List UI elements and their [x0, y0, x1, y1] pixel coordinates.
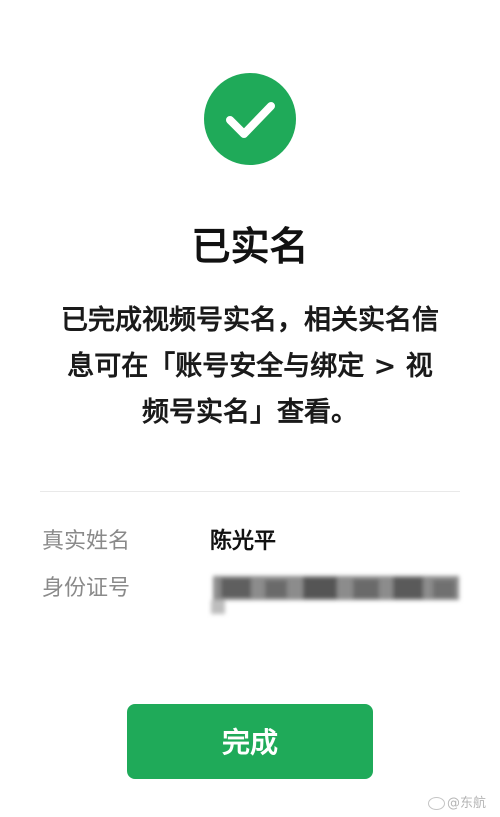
- id-number-redacted: [207, 568, 465, 620]
- done-button[interactable]: 完成: [127, 704, 373, 779]
- divider: [40, 491, 460, 492]
- description-line: 已完成视频号实名，相关实名信: [61, 305, 439, 336]
- real-name-value: 陈光平: [210, 529, 277, 554]
- real-name-label: 真实姓名: [42, 529, 131, 554]
- weibo-icon: [428, 797, 445, 810]
- watermark-text: @东航: [447, 796, 487, 811]
- check-icon: [226, 102, 275, 138]
- watermark: @东航: [428, 792, 486, 811]
- description-line: 息可在「账号安全与绑定 > 视: [67, 351, 433, 382]
- id-number-label: 身份证号: [42, 576, 131, 601]
- description-line: 频号实名」查看。: [142, 397, 358, 428]
- status-description: 已完成视频号实名，相关实名信 息可在「账号安全与绑定 > 视 频号实名」查看。: [40, 298, 460, 436]
- page-title: 已实名: [191, 225, 309, 270]
- success-badge: [204, 73, 296, 165]
